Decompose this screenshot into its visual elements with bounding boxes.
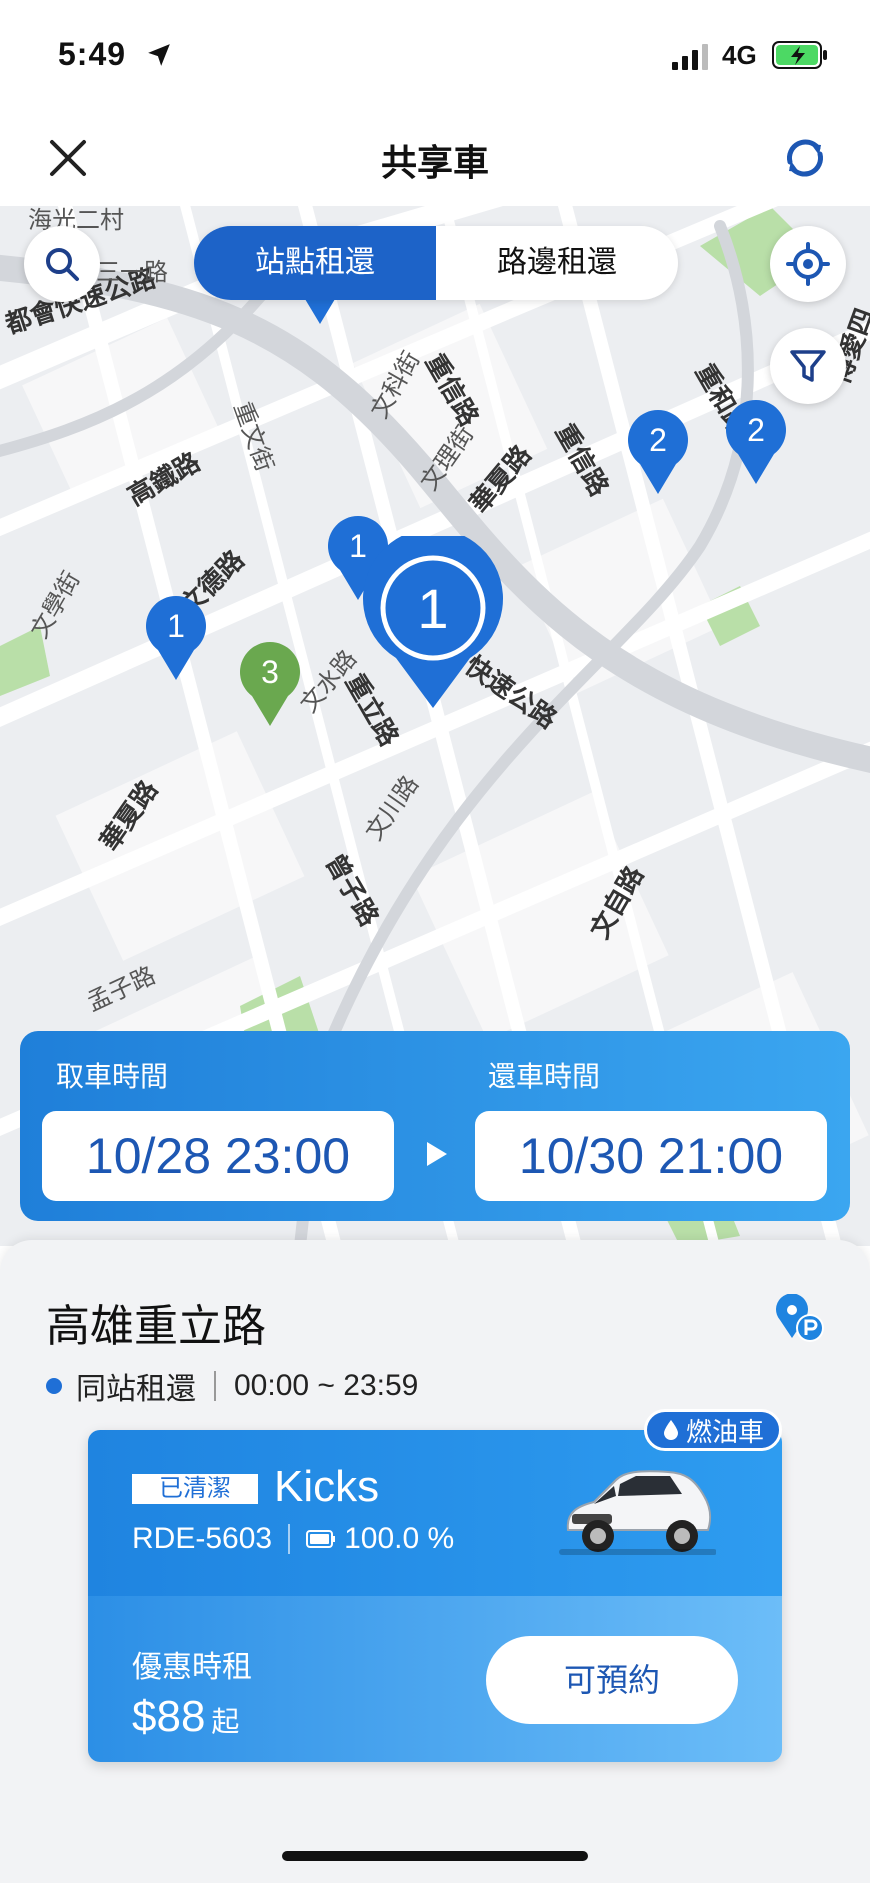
car-card-bottom: 優惠時租 $88 起 可預約 <box>88 1596 782 1762</box>
fuel-drop-icon <box>663 1420 678 1440</box>
fuel-type-label: 燃油車 <box>685 1416 764 1447</box>
car-plate-row: RDE-5603 100.0 % <box>132 1522 454 1556</box>
station-meta: 同站租還 00:00 ~ 23:59 <box>46 1364 418 1408</box>
price-unit: 起 <box>211 1706 240 1737</box>
station-name: 高雄重立路 <box>46 1302 266 1351</box>
parking-location-icon[interactable] <box>772 1294 826 1344</box>
tab-station-rental[interactable]: 站點租還 <box>194 226 436 300</box>
pickup-time-label: 取車時間 <box>56 1061 169 1092</box>
car-image <box>559 1470 716 1555</box>
refresh-icon[interactable] <box>780 132 830 184</box>
divider <box>288 1524 291 1554</box>
opening-hours: 00:00 ~ 23:59 <box>234 1369 419 1402</box>
filter-icon <box>790 350 826 382</box>
battery-icon <box>306 1530 336 1548</box>
map-pin[interactable]: 1 <box>142 592 210 682</box>
pickup-time-field[interactable]: 10/28 23:00 <box>42 1111 394 1201</box>
license-plate: RDE-5603 <box>132 1522 273 1555</box>
svg-text:2: 2 <box>649 422 667 458</box>
arrow-right-icon <box>427 1142 447 1166</box>
fuel-type-tag: 燃油車 <box>644 1409 782 1451</box>
map-pin-selected[interactable]: 1 <box>360 536 506 712</box>
svg-text:3: 3 <box>261 654 279 690</box>
book-button[interactable]: 可預約 <box>486 1636 738 1724</box>
page-title: 共享車 <box>380 142 489 183</box>
cleaned-badge: 已清潔 <box>132 1474 258 1504</box>
rental-mode-text: 同站租還 <box>76 1373 196 1406</box>
rental-time-panel: 取車時間 還車時間 10/28 23:00 10/30 21:00 <box>20 1031 850 1221</box>
price: $88 起 <box>132 1692 239 1742</box>
return-time-field[interactable]: 10/30 21:00 <box>475 1111 827 1201</box>
status-bar: 5:49 4G <box>0 0 870 112</box>
svg-text:1: 1 <box>167 608 185 644</box>
car-model: Kicks <box>274 1462 380 1511</box>
car-card[interactable]: 已清潔 Kicks RDE-5603 100.0 % 優惠時租 $88 起 可預… <box>88 1430 782 1762</box>
location-arrow-icon <box>148 44 170 66</box>
search-button[interactable] <box>24 226 100 302</box>
map-label: 三一路 <box>96 258 168 286</box>
map-pin[interactable]: 2 <box>624 406 692 496</box>
status-time: 5:49 <box>58 36 127 72</box>
divider <box>214 1371 216 1401</box>
filter-button[interactable] <box>770 328 846 404</box>
app-header: 共享車 <box>0 112 870 206</box>
return-time-label: 還車時間 <box>488 1061 601 1092</box>
map-pin[interactable]: 2 <box>722 396 790 486</box>
home-indicator[interactable] <box>282 1851 588 1861</box>
locate-me-button[interactable] <box>770 226 846 302</box>
tab-roadside-rental[interactable]: 路邊租還 <box>436 226 678 300</box>
crosshair-icon <box>786 242 830 286</box>
svg-text:1: 1 <box>417 577 448 640</box>
svg-text:2: 2 <box>747 412 765 448</box>
battery-level: 100.0 % <box>344 1522 455 1555</box>
price-value: $88 <box>132 1692 206 1741</box>
search-icon <box>46 248 79 281</box>
station-sheet: 高雄重立路 同站租還 00:00 ~ 23:59 已清潔 Kicks RDE-5… <box>0 1240 870 1883</box>
network-type: 4G <box>722 40 757 70</box>
car-card-top: 已清潔 Kicks RDE-5603 100.0 % <box>88 1430 782 1596</box>
promo-label: 優惠時租 <box>132 1651 252 1684</box>
status-dot <box>46 1378 62 1394</box>
map-pin-green[interactable]: 3 <box>236 638 304 728</box>
battery-charging-icon <box>772 41 827 69</box>
rental-mode-toggle: 站點租還 路邊租還 <box>194 226 678 300</box>
signal-icon <box>672 44 708 70</box>
